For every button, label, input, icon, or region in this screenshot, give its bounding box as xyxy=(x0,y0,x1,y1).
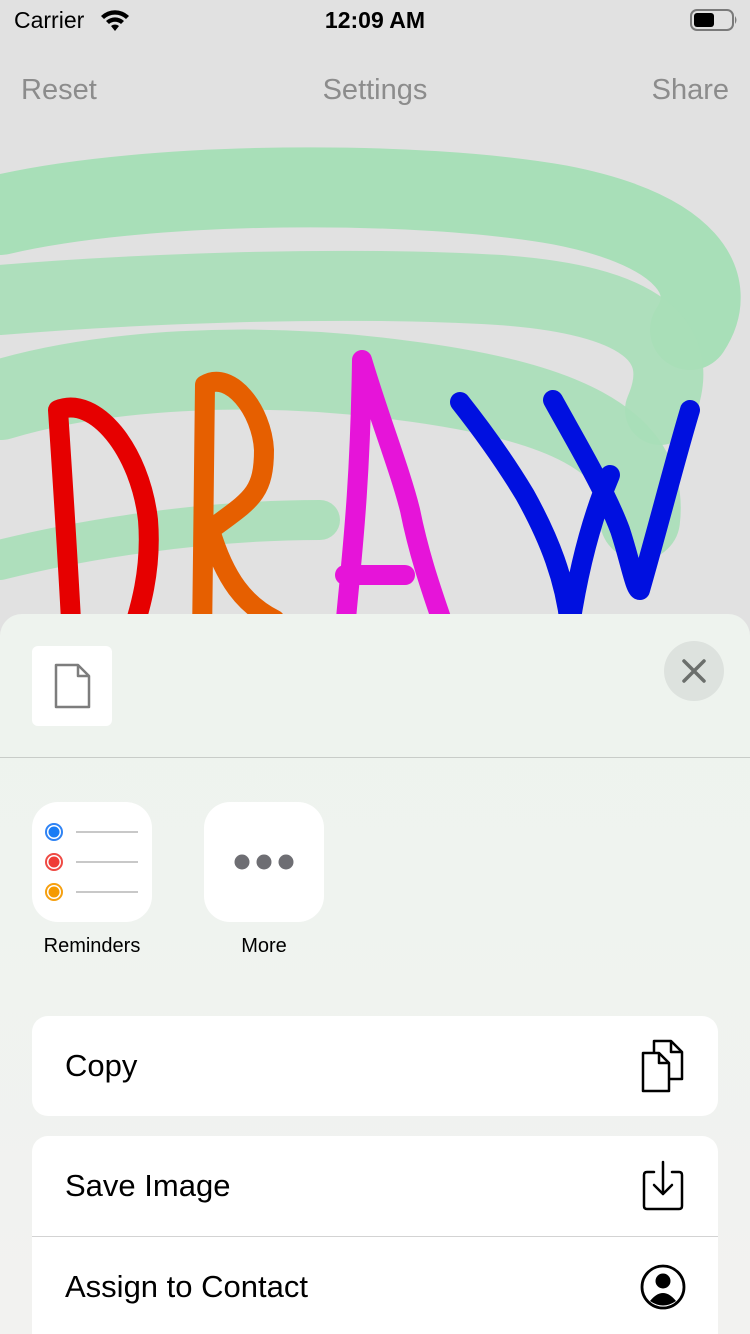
document-icon xyxy=(54,663,91,709)
share-sheet-header xyxy=(0,614,750,758)
settings-button[interactable]: Settings xyxy=(0,74,750,107)
action-group-copy: Copy xyxy=(32,1016,718,1116)
save-image-label: Save Image xyxy=(65,1168,231,1203)
contact-icon xyxy=(640,1264,686,1310)
reminders-label: Reminders xyxy=(43,935,141,957)
close-button[interactable] xyxy=(664,641,724,701)
more-icon xyxy=(204,802,324,922)
clock: 12:09 AM xyxy=(324,7,426,33)
status-bar: Carrier 12:09 AM xyxy=(0,0,750,40)
battery-icon xyxy=(690,9,737,31)
drawing-canvas[interactable] xyxy=(0,120,750,640)
share-button[interactable]: Share xyxy=(652,74,729,107)
reminders-icon xyxy=(32,802,152,922)
copy-label: Copy xyxy=(65,1048,138,1083)
action-group-image: Save Image Assign to Contact xyxy=(32,1136,718,1334)
copy-icon xyxy=(641,1039,684,1093)
share-sheet: Reminders More Copy Save Image Assign to… xyxy=(0,614,750,1334)
assign-to-contact-action[interactable]: Assign to Contact xyxy=(32,1236,718,1334)
save-image-action[interactable]: Save Image xyxy=(32,1136,718,1236)
save-image-icon xyxy=(642,1160,684,1211)
close-icon xyxy=(682,659,706,683)
more-label: More xyxy=(241,935,287,957)
copy-action[interactable]: Copy xyxy=(32,1016,718,1116)
assign-to-contact-label: Assign to Contact xyxy=(65,1269,308,1304)
more-app-tile[interactable]: More xyxy=(204,802,324,958)
reminders-app-tile[interactable]: Reminders xyxy=(32,802,152,958)
file-preview xyxy=(32,646,112,726)
